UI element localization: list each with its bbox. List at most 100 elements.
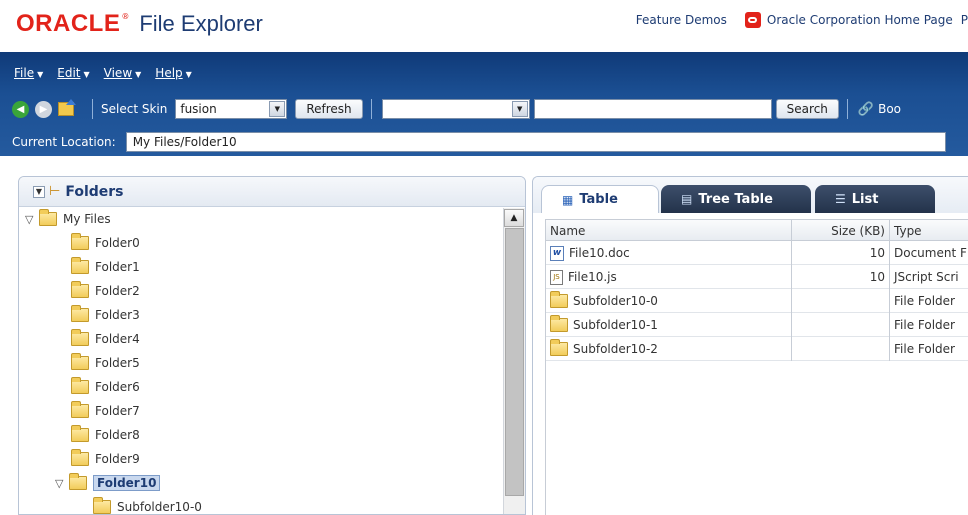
folder-icon [71, 425, 89, 442]
menu-file[interactable]: File ▼ [14, 66, 43, 80]
menu-help[interactable]: Help ▼ [155, 66, 192, 80]
folder-icon [71, 401, 89, 418]
cell-size [792, 313, 890, 337]
table-row[interactable]: Subfolder10-2 File Folder [546, 337, 968, 361]
tab-tree-table-label: Tree Table [698, 191, 773, 207]
tree-node-folder0[interactable]: Folder0 [71, 233, 140, 253]
tree-node-label: Folder4 [95, 332, 140, 346]
select-skin-label: Select Skin [101, 102, 168, 116]
cell-name-text: Subfolder10-2 [573, 342, 658, 356]
tree-node-folder5[interactable]: Folder5 [71, 353, 140, 373]
scroll-up-arrow-icon[interactable]: ▲ [504, 209, 524, 227]
bookmark-link[interactable]: Boo [878, 102, 901, 116]
menu-view[interactable]: View ▼ [104, 66, 142, 80]
menu-edit-label: Edit [57, 66, 81, 80]
list-icon: ☰ [835, 192, 846, 206]
tree-node-label-selected: Folder10 [93, 475, 161, 491]
column-header-size[interactable]: Size (KB) [792, 220, 890, 242]
home-page-link[interactable]: Oracle Corporation Home Page [767, 13, 953, 27]
current-location-field[interactable]: My Files/Folder10 [125, 132, 946, 152]
tree-node-folder10[interactable]: ▽ Folder10 [55, 473, 161, 493]
chevron-down-icon: ▼ [37, 70, 44, 79]
chevron-down-icon: ▼ [185, 70, 192, 79]
table-row[interactable]: w File10.doc 10 Document F [546, 241, 968, 265]
folders-panel: ▼ ⊢ Folders ▽ My Files Folder0 Folder1 F… [18, 176, 526, 515]
tab-tree-table[interactable]: ▤ Tree Table [661, 185, 811, 213]
folder-icon [550, 291, 568, 308]
tree-table-icon: ▤ [681, 192, 693, 206]
cell-type: JScript Scri [894, 270, 959, 284]
tab-list[interactable]: ☰ List [815, 185, 935, 213]
tree-node-label: Folder5 [95, 356, 140, 370]
cell-type: File Folder [894, 294, 955, 308]
menu-edit[interactable]: Edit ▼ [57, 66, 89, 80]
tree-node-label: Folder1 [95, 260, 140, 274]
toolbar: ◀ ▶ Select Skin fusion ▼ Refresh ▼ Searc… [12, 96, 901, 122]
folder-icon [71, 281, 89, 298]
forward-arrow-icon[interactable]: ▶ [35, 100, 52, 118]
tree-node-subfolder10-0[interactable]: Subfolder10-0 [93, 497, 202, 514]
content-panel: ▦ Table ▤ Tree Table ☰ List Name Size (K… [532, 176, 968, 515]
refresh-button[interactable]: Refresh [295, 99, 363, 119]
cell-name: Subfolder10-0 [546, 289, 792, 313]
search-input[interactable] [533, 99, 772, 119]
folder-icon [39, 209, 57, 226]
expanded-triangle-icon[interactable]: ▽ [25, 213, 39, 226]
tree-node-label: Subfolder10-0 [117, 500, 202, 514]
collapse-panel-icon[interactable]: ▼ [33, 185, 45, 198]
table-row[interactable]: JS File10.js 10 JScript Scri [546, 265, 968, 289]
tree-node-folder7[interactable]: Folder7 [71, 401, 140, 421]
cell-name: Subfolder10-1 [546, 313, 792, 337]
folder-up-icon[interactable] [58, 99, 76, 116]
expanded-triangle-icon[interactable]: ▽ [55, 477, 69, 490]
branding-bar: ORACLE ® File Explorer Feature Demos Ora… [0, 0, 968, 52]
scrollbar-thumb[interactable] [505, 228, 524, 496]
cell-size: 10 [792, 241, 890, 265]
cell-type: Document F [894, 246, 967, 260]
tree-node-folder3[interactable]: Folder3 [71, 305, 140, 325]
tree-node-folder9[interactable]: Folder9 [71, 449, 140, 469]
chevron-down-icon[interactable]: ▼ [511, 101, 528, 117]
folders-panel-header: ▼ ⊢ Folders [19, 177, 525, 207]
column-header-name[interactable]: Name [546, 220, 792, 242]
table-row[interactable]: Subfolder10-0 File Folder [546, 289, 968, 313]
menu-help-label: Help [155, 66, 183, 80]
table-icon: ▦ [562, 192, 574, 207]
folder-icon [71, 449, 89, 466]
overflow-link[interactable]: P [961, 13, 968, 27]
tree-node-folder4[interactable]: Folder4 [71, 329, 140, 349]
cell-name-text: Subfolder10-1 [573, 318, 658, 332]
search-scope-select[interactable]: ▼ [381, 99, 530, 119]
column-header-type[interactable]: Type [890, 220, 968, 242]
app-title: File Explorer [139, 11, 263, 36]
tree-icon: ⊢ [49, 184, 61, 199]
folder-icon [71, 377, 89, 394]
bookmark-icon[interactable]: 🔗 [858, 102, 874, 117]
feature-demos-link[interactable]: Feature Demos [636, 13, 727, 27]
tab-table[interactable]: ▦ Table [541, 185, 659, 213]
tree-node-folder2[interactable]: Folder2 [71, 281, 140, 301]
tab-list-label: List [851, 191, 879, 207]
toolbar-divider [92, 99, 93, 119]
tree-node-folder8[interactable]: Folder8 [71, 425, 140, 445]
menu-file-label: File [14, 66, 35, 80]
tree-node-label: Folder0 [95, 236, 140, 250]
tree-node-label: Folder7 [95, 404, 140, 418]
back-arrow-icon[interactable]: ◀ [12, 100, 29, 118]
folder-tree-scrollbar[interactable]: ▲ [503, 208, 525, 514]
current-location-label: Current Location: [12, 135, 116, 149]
cell-name: Subfolder10-2 [546, 337, 792, 361]
folder-icon [71, 329, 89, 346]
tree-node-folder6[interactable]: Folder6 [71, 377, 140, 397]
search-button[interactable]: Search [775, 99, 839, 119]
chevron-down-icon[interactable]: ▼ [269, 101, 286, 117]
top-links: Feature Demos Oracle Corporation Home Pa… [636, 12, 968, 28]
view-tabs: ▦ Table ▤ Tree Table ☰ List [533, 177, 968, 213]
tree-node-folder1[interactable]: Folder1 [71, 257, 140, 277]
folder-icon [550, 339, 568, 356]
skin-select[interactable]: fusion ▼ [175, 99, 288, 119]
table-row[interactable]: Subfolder10-1 File Folder [546, 313, 968, 337]
tree-node-my-files[interactable]: ▽ My Files [25, 209, 111, 229]
menu-view-label: View [103, 66, 133, 80]
file-table: Name Size (KB) Type w File10.doc 10 Docu… [545, 219, 968, 515]
